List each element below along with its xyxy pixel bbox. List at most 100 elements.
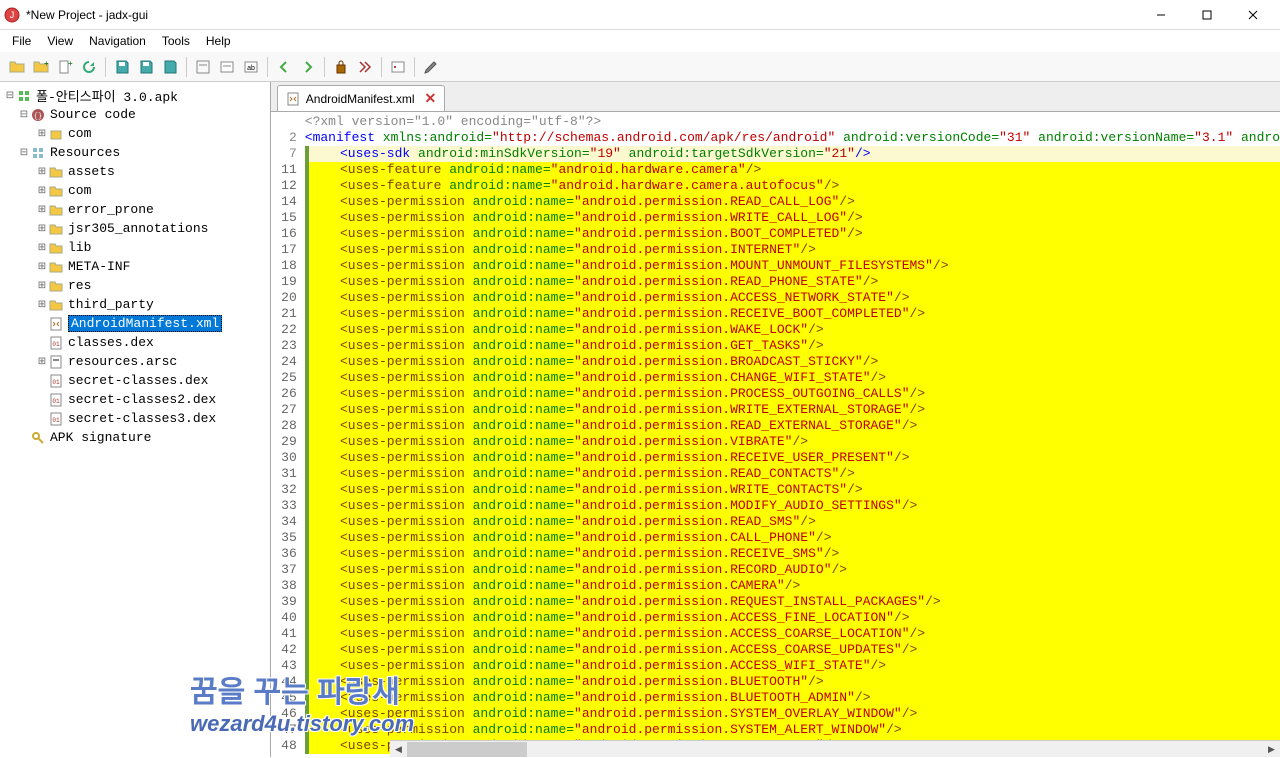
window-title: *New Project - jadx-gui [26,8,1138,22]
toolbar: + + ab [0,52,1280,82]
line-number: 31 [271,466,305,482]
tree-secret2[interactable]: 01secret-classes2.dex [0,390,270,409]
line-number: 41 [271,626,305,642]
tree-folder-third_party[interactable]: ⊞third_party [0,295,270,314]
code-text: <uses-permission android:name="android.p… [309,418,1280,434]
tree-folder-lib[interactable]: ⊞lib [0,238,270,257]
horizontal-scrollbar[interactable]: ◀ ▶ [390,740,1280,757]
apk-icon [16,88,32,104]
menu-file[interactable]: File [4,32,39,50]
scroll-left-icon[interactable]: ◀ [390,741,407,758]
svg-text:+: + [68,59,73,68]
code-text: <uses-permission android:name="android.p… [309,690,1280,706]
menu-help[interactable]: Help [198,32,239,50]
dex-icon: 01 [48,411,64,427]
folder-icon [48,297,64,313]
tree-classes-dex[interactable]: 01 classes.dex [0,333,270,352]
code-text: <manifest xmlns:android="http://schemas.… [305,130,1280,146]
tree-secret1[interactable]: 01secret-classes.dex [0,371,270,390]
line-number: 38 [271,578,305,594]
line-number: 2 [271,130,305,146]
folder-icon [48,259,64,275]
line-number: 48 [271,738,305,754]
code-text: <uses-permission android:name="android.p… [309,290,1280,306]
code-text: <uses-permission android:name="android.p… [309,306,1280,322]
code-icon: {} [30,107,46,123]
code-text: <uses-permission android:name="android.p… [309,674,1280,690]
maximize-button[interactable] [1184,0,1230,30]
menu-navigation[interactable]: Navigation [81,32,154,50]
save-all-icon[interactable] [111,56,133,78]
tree-manifest[interactable]: AndroidManifest.xml [0,314,270,333]
line-number: 37 [271,562,305,578]
svg-text:01: 01 [52,379,60,386]
tree-apk-signature[interactable]: APK signature [0,428,270,447]
line-number: 19 [271,274,305,290]
scrollbar-thumb[interactable] [407,742,527,757]
tree-root[interactable]: ⊟ 폴-안티스파이 3.0.apk [0,86,270,105]
line-number: 34 [271,514,305,530]
text-search-icon[interactable] [216,56,238,78]
line-number: 35 [271,530,305,546]
code-text: <uses-permission android:name="android.p… [309,594,1280,610]
folder-icon [48,221,64,237]
line-number: 44 [271,674,305,690]
scroll-right-icon[interactable]: ▶ [1263,741,1280,758]
expand-icon[interactable] [192,56,214,78]
new-project-icon[interactable]: + [54,56,76,78]
code-text: <uses-permission android:name="android.p… [309,658,1280,674]
tree-secret3[interactable]: 01secret-classes3.dex [0,409,270,428]
code-text: <uses-permission android:name="android.p… [309,402,1280,418]
tab-manifest[interactable]: AndroidManifest.xml ✕ [277,85,445,111]
code-text: <uses-permission android:name="android.p… [309,370,1280,386]
code-text: <uses-permission android:name="android.p… [309,450,1280,466]
line-number: 40 [271,610,305,626]
refresh-icon[interactable] [78,56,100,78]
code-text: <uses-sdk android:minSdkVersion="19" and… [309,146,1280,162]
menu-tools[interactable]: Tools [154,32,198,50]
code-editor[interactable]: <?xml version="1.0" encoding="utf-8"?>2<… [271,112,1280,757]
tree-source-code[interactable]: ⊟ {} Source code [0,105,270,124]
xml-icon [286,92,300,106]
folder-icon [48,240,64,256]
code-text: <uses-permission android:name="android.p… [309,338,1280,354]
tree-folder-META-INF[interactable]: ⊞META-INF [0,257,270,276]
tree-folder-error_prone[interactable]: ⊞error_prone [0,200,270,219]
tree-folder-assets[interactable]: ⊞assets [0,162,270,181]
code-text: <uses-permission android:name="android.p… [309,386,1280,402]
tree-resources-arsc[interactable]: ⊞ resources.arsc [0,352,270,371]
tree-source-com[interactable]: ⊞ com [0,124,270,143]
line-number: 14 [271,194,305,210]
add-files-icon[interactable]: + [30,56,52,78]
project-tree[interactable]: ⊟ 폴-안티스파이 3.0.apk ⊟ {} Source code ⊞ com… [0,82,271,757]
back-icon[interactable] [273,56,295,78]
svg-text:01: 01 [52,398,60,405]
tree-folder-res[interactable]: ⊞res [0,276,270,295]
arsc-icon [48,354,64,370]
line-number: 26 [271,386,305,402]
log-icon[interactable] [387,56,409,78]
export-icon[interactable] [159,56,181,78]
xml-icon [48,316,64,332]
tree-folder-jsr305_annotations[interactable]: ⊞jsr305_annotations [0,219,270,238]
tree-folder-com[interactable]: ⊞com [0,181,270,200]
svg-text:{}: {} [34,113,42,121]
menu-view[interactable]: View [39,32,81,50]
class-search-icon[interactable]: ab [240,56,262,78]
svg-text:ab: ab [247,65,255,72]
menubar: File View Navigation Tools Help [0,30,1280,52]
folder-icon [48,164,64,180]
quark-icon[interactable] [354,56,376,78]
folder-icon [48,202,64,218]
tab-close-icon[interactable]: ✕ [425,90,437,107]
open-file-icon[interactable] [6,56,28,78]
code-text: <uses-permission android:name="android.p… [309,562,1280,578]
forward-icon[interactable] [297,56,319,78]
deobfuscate-icon[interactable] [330,56,352,78]
settings-icon[interactable] [420,56,442,78]
close-button[interactable] [1230,0,1276,30]
line-number: 43 [271,658,305,674]
minimize-button[interactable] [1138,0,1184,30]
tree-resources[interactable]: ⊟ Resources [0,143,270,162]
save-gradle-icon[interactable] [135,56,157,78]
